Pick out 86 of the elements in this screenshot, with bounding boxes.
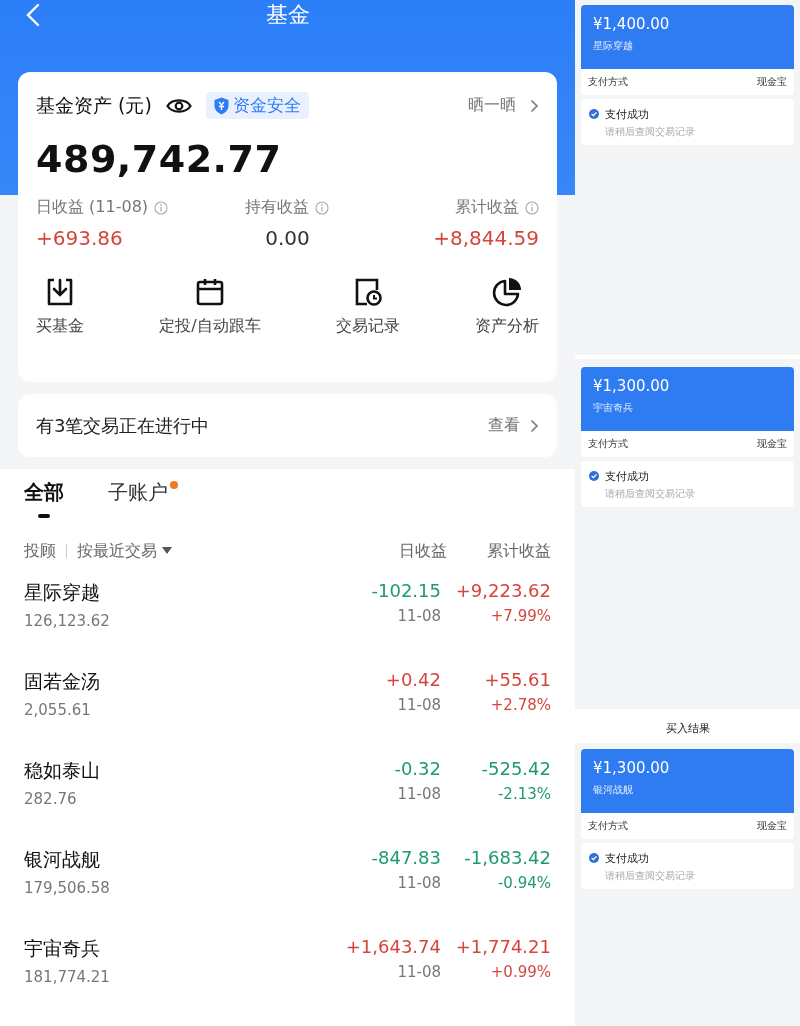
advisor-filter[interactable]: 投顾 <box>24 540 56 562</box>
payment-label: 支付方式 <box>588 75 628 89</box>
action-item[interactable]: 交易记录 <box>335 276 400 337</box>
payment-amount: ¥1,400.00 <box>593 15 671 33</box>
return-date: 11-08 <box>397 963 441 981</box>
total-return: +1,774.21 <box>455 936 551 957</box>
status-note: 请稍后查阅交易记录 <box>605 487 695 501</box>
pie-chart-icon <box>491 276 523 308</box>
tab[interactable]: 全部 <box>24 479 64 520</box>
status-note: 请稍后查阅交易记录 <box>605 869 695 883</box>
return-rate: +0.99% <box>490 963 551 981</box>
daily-return: +0.42 <box>385 669 441 690</box>
total-return: -1,683.42 <box>464 847 551 868</box>
page-title: 基金 <box>265 1 310 29</box>
daily-return: -102.15 <box>371 580 441 601</box>
payment-method: 现金宝 <box>757 437 787 451</box>
check-circle-icon <box>589 471 599 481</box>
stat-label: 累计收益 <box>455 197 519 218</box>
stat-value: +693.86 <box>36 226 124 250</box>
payment-method: 现金宝 <box>757 75 787 89</box>
result-title: 买入结果 <box>575 713 800 743</box>
fund-amount: 282.76 <box>24 790 78 808</box>
daily-return: +1,643.74 <box>345 936 441 957</box>
payment-amount: ¥1,300.00 <box>593 759 671 777</box>
status-text: 支付成功 <box>605 851 650 866</box>
return-rate: +7.99% <box>490 607 551 625</box>
sort-dropdown[interactable]: 按最近交易 <box>77 540 172 562</box>
daily-return: -847.83 <box>371 847 441 868</box>
daily-return: -0.32 <box>394 758 441 779</box>
badge-text: 资金安全 <box>232 94 301 117</box>
pending-text: 有3笔交易正在进行中 <box>36 413 210 438</box>
tab[interactable]: 子账户 <box>108 479 178 520</box>
info-icon[interactable] <box>154 200 169 215</box>
back-icon[interactable] <box>26 3 40 27</box>
return-date: 11-08 <box>397 696 441 714</box>
action-item[interactable]: 买基金 <box>36 276 84 337</box>
fund-amount: 2,055.61 <box>24 701 92 719</box>
stat-value: 0.00 <box>265 226 310 250</box>
column-heading: 累计收益 <box>487 540 551 562</box>
eye-icon[interactable] <box>165 96 192 115</box>
info-icon[interactable] <box>315 200 330 215</box>
return-date: 11-08 <box>397 785 441 803</box>
payment-label: 支付方式 <box>588 819 628 833</box>
shield-icon <box>213 96 229 115</box>
fund-name: 银河战舰 <box>593 783 634 797</box>
asset-label: 基金资产 (元) <box>36 92 152 118</box>
share-link[interactable]: 晒一晒 <box>468 95 516 116</box>
total-return: +55.61 <box>484 669 551 690</box>
column-heading: 日收益 <box>399 540 447 562</box>
return-rate: -2.13% <box>497 785 551 803</box>
chevron-icon <box>530 98 539 113</box>
return-date: 11-08 <box>397 607 441 625</box>
status-note: 请稍后查阅交易记录 <box>605 125 695 139</box>
fund-name: 宇宙奇兵 <box>593 401 634 415</box>
fund-name[interactable]: 稳如泰山 <box>24 758 395 784</box>
action-item[interactable]: 资产分析 <box>475 276 539 337</box>
fund-amount: 181,774.21 <box>24 968 111 986</box>
action-item[interactable]: 定投/自动跟车 <box>159 276 261 337</box>
fund-name[interactable]: 星际穿越 <box>24 580 372 606</box>
status-text: 支付成功 <box>605 469 650 484</box>
fund-name[interactable]: 宇宙奇兵 <box>24 936 346 962</box>
fund-name: 星际穿越 <box>593 39 634 53</box>
payment-method: 现金宝 <box>757 819 787 833</box>
total-return: +9,223.62 <box>455 580 551 601</box>
stat-label: 日收益 (11-08) <box>36 197 149 218</box>
return-rate: +2.78% <box>490 696 551 714</box>
pending-banner[interactable]: 有3笔交易正在进行中 查看 <box>18 394 557 457</box>
check-circle-icon <box>589 109 599 119</box>
return-rate: -0.94% <box>497 874 551 892</box>
chevron-icon <box>530 418 539 433</box>
stat-label: 持有收益 <box>245 197 310 218</box>
check-circle-icon <box>589 853 599 863</box>
fund-amount: 126,123.62 <box>24 612 111 630</box>
caret-icon <box>162 547 172 555</box>
fund-name[interactable]: 固若金汤 <box>24 669 386 695</box>
payment-amount: ¥1,300.00 <box>593 377 671 395</box>
total-assets: 489,742.77 <box>36 137 283 181</box>
view-link[interactable]: 查看 <box>488 415 520 436</box>
total-return: -525.42 <box>481 758 551 779</box>
info-icon[interactable] <box>525 200 539 215</box>
status-text: 支付成功 <box>605 107 650 122</box>
fund-name[interactable]: 银河战舰 <box>24 847 372 873</box>
return-date: 11-08 <box>397 874 441 892</box>
fund-amount: 179,506.58 <box>24 879 111 897</box>
stat-value: +8,844.59 <box>433 226 539 250</box>
payment-label: 支付方式 <box>588 437 628 451</box>
